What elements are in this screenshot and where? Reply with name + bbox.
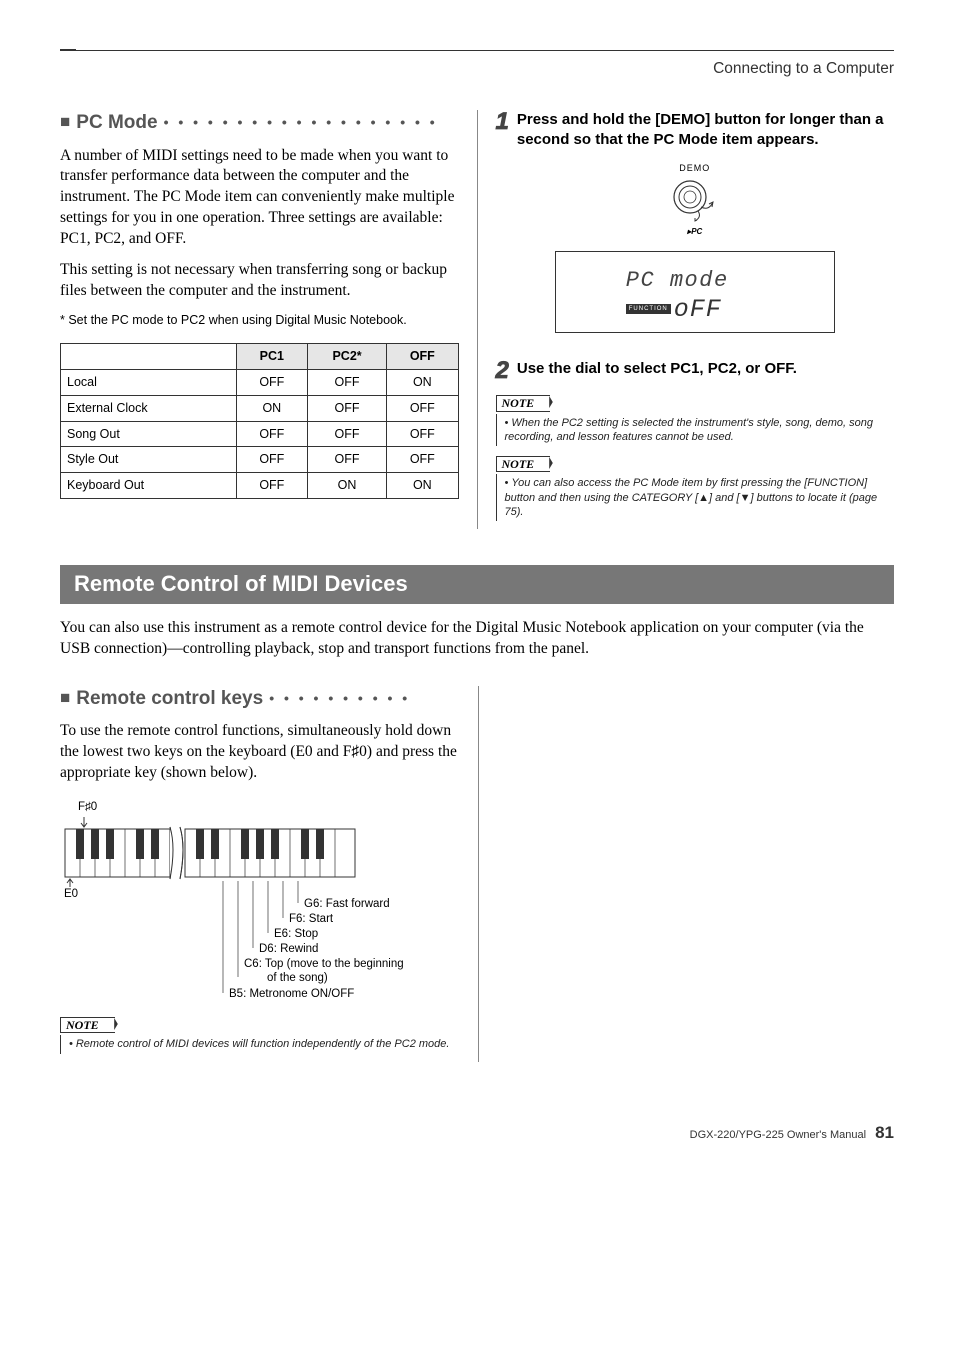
dial-icon <box>665 177 725 225</box>
note-3: NOTE •Remote control of MIDI devices wil… <box>60 1017 460 1053</box>
table-header-row: PC1 PC2* OFF <box>61 343 459 369</box>
pc-mode-para2: This setting is not necessary when trans… <box>60 260 459 302</box>
manual-name: DGX-220/YPG-225 Owner's Manual <box>690 1129 866 1141</box>
note-1: NOTE •When the PC2 setting is selected t… <box>496 395 895 446</box>
table-row: Song OutOFFOFFOFF <box>61 421 459 447</box>
label-e6: E6: Stop <box>274 927 318 942</box>
step-1: 1 Press and hold the [DEMO] button for l… <box>496 110 895 151</box>
table-row: Style OutOFFOFFOFF <box>61 447 459 473</box>
pc-mode-heading: ■PC Mode • • • • • • • • • • • • • • • •… <box>60 110 459 136</box>
label-fsharp0: F♯0 <box>78 800 460 815</box>
pc-mode-table: PC1 PC2* OFF LocalOFFOFFON External Cloc… <box>60 343 459 499</box>
breadcrumb: Connecting to a Computer <box>60 59 894 80</box>
label-c6-line2: of the song) <box>267 971 328 986</box>
pc-mode-footnote: * Set the PC mode to PC2 when using Digi… <box>60 312 459 329</box>
keyboard-diagram: F♯0 <box>60 800 460 1007</box>
category-down-icon: ▼ <box>740 492 751 504</box>
remote-para: To use the remote control functions, sim… <box>60 721 460 784</box>
keyboard-icon <box>60 817 460 887</box>
label-g6: G6: Fast forward <box>304 897 390 912</box>
section-bar-remote: Remote Control of MIDI Devices <box>60 565 894 604</box>
table-row: External ClockONOFFOFF <box>61 395 459 421</box>
lcd-bottom-row: FUNCTIONoFF <box>626 293 814 327</box>
page-number: 81 <box>875 1123 894 1142</box>
header-rule <box>60 50 894 51</box>
label-c6-line1: C6: Top (move to the beginning <box>244 957 404 972</box>
page-footer: DGX-220/YPG-225 Owner's Manual 81 <box>60 1122 894 1145</box>
label-b5: B5: Metronome ON/OFF <box>229 987 354 1002</box>
function-badge: FUNCTION <box>626 304 671 314</box>
category-up-icon: ▲ <box>698 492 709 504</box>
lcd-top-text: PC mode <box>626 266 814 296</box>
left-column: ■PC Mode • • • • • • • • • • • • • • • •… <box>60 110 478 529</box>
pc-mode-para1: A number of MIDI settings need to be mad… <box>60 146 459 251</box>
lcd-display: PC mode FUNCTIONoFF <box>555 251 835 333</box>
label-f6: F6: Start <box>289 912 333 927</box>
table-row: LocalOFFOFFON <box>61 369 459 395</box>
table-row: Keyboard OutOFFONON <box>61 473 459 499</box>
right-column: 1 Press and hold the [DEMO] button for l… <box>478 110 895 529</box>
remote-intro: You can also use this instrument as a re… <box>60 618 894 660</box>
label-lines <box>60 881 460 1001</box>
note-2: NOTE •You can also access the PC Mode it… <box>496 456 895 521</box>
step-2: 2 Use the dial to select PC1, PC2, or OF… <box>496 359 895 383</box>
remote-keys-heading: ■Remote control keys • • • • • • • • • • <box>60 686 460 712</box>
pc-sublabel: ▸PC <box>496 227 895 238</box>
remote-right-col <box>479 686 894 1062</box>
remote-left-col: ■Remote control keys • • • • • • • • • •… <box>60 686 479 1062</box>
label-d6: D6: Rewind <box>259 942 318 957</box>
demo-button-diagram: DEMO ▸PC <box>496 162 895 237</box>
